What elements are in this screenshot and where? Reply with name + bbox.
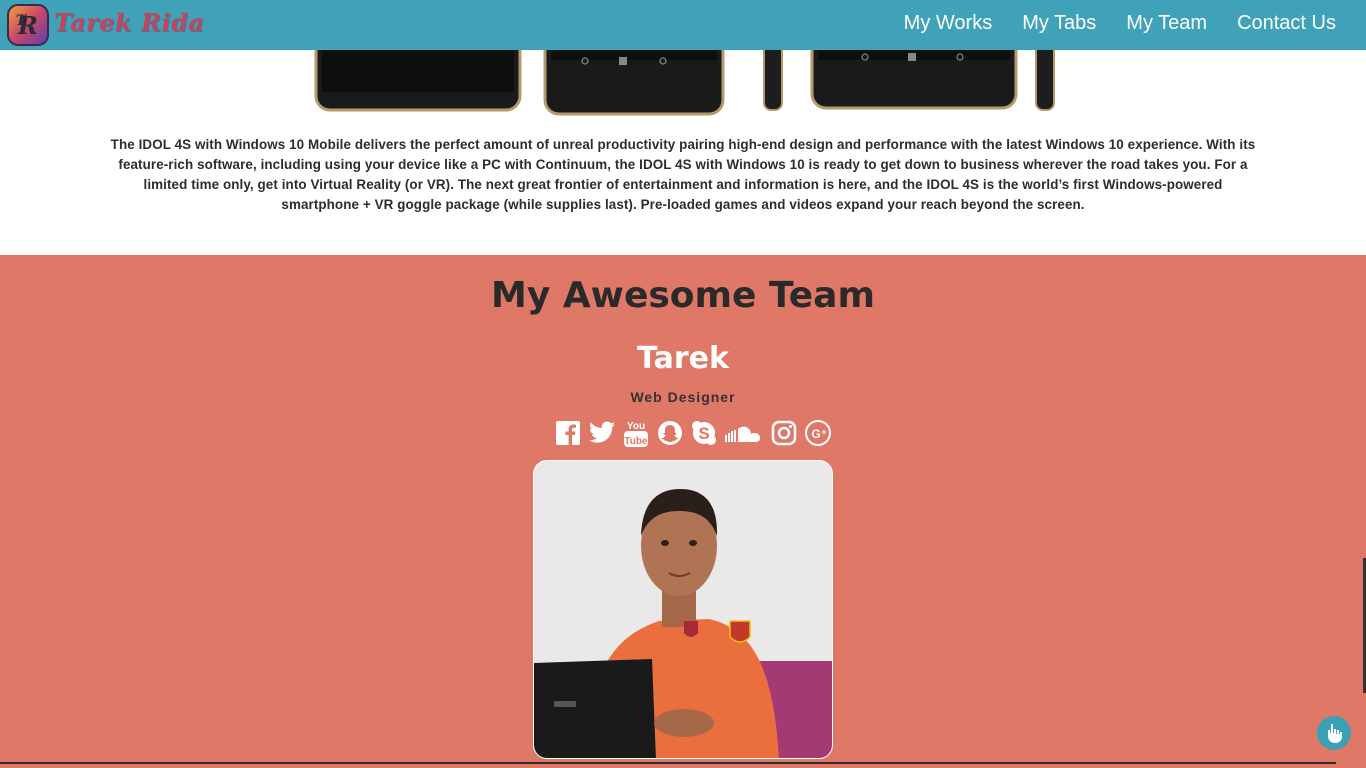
hand-pointer-icon[interactable] xyxy=(1317,716,1351,750)
svg-text:S: S xyxy=(698,424,709,443)
brand-name[interactable]: Tarek Rida xyxy=(54,8,204,37)
nav-links: My Works My Tabs My Team Contact Us xyxy=(904,12,1336,35)
snapchat-icon[interactable] xyxy=(656,419,684,447)
instagram-icon[interactable] xyxy=(770,419,798,447)
skype-icon[interactable]: S xyxy=(690,419,718,447)
product-description: The IDOL 4S with Windows 10 Mobile deliv… xyxy=(110,137,1256,212)
divider xyxy=(0,762,1336,764)
nav-link-contact-us[interactable]: Contact Us xyxy=(1237,12,1336,35)
svg-text:T: T xyxy=(16,13,28,29)
team-section: My Awesome Team Tarek Web Designer You Tu… xyxy=(0,255,1366,768)
logo-icon[interactable]: R T xyxy=(6,3,50,47)
product-phones-image xyxy=(0,28,1366,120)
nav-link-my-works[interactable]: My Works xyxy=(904,12,993,35)
facebook-icon[interactable] xyxy=(554,419,582,447)
team-title: My Awesome Team xyxy=(491,275,875,316)
twitter-icon[interactable] xyxy=(588,419,616,447)
nav-link-my-tabs[interactable]: My Tabs xyxy=(1022,12,1096,35)
youtube-icon[interactable]: You Tube xyxy=(622,419,650,447)
svg-text:You: You xyxy=(627,421,645,432)
svg-text:+: + xyxy=(821,427,826,437)
svg-text:Tube: Tube xyxy=(624,436,648,447)
member-photo xyxy=(533,460,833,759)
nav-link-my-team[interactable]: My Team xyxy=(1126,12,1207,35)
svg-text:G: G xyxy=(811,427,820,441)
soundcloud-icon[interactable] xyxy=(724,419,764,447)
member-role: Web Designer xyxy=(630,389,736,405)
member-name: Tarek xyxy=(637,341,729,376)
google-plus-icon[interactable]: G + xyxy=(804,419,832,447)
social-icons: You Tube S G + xyxy=(554,418,832,448)
navbar: R T Tarek Rida My Works My Tabs My Team … xyxy=(0,0,1366,50)
